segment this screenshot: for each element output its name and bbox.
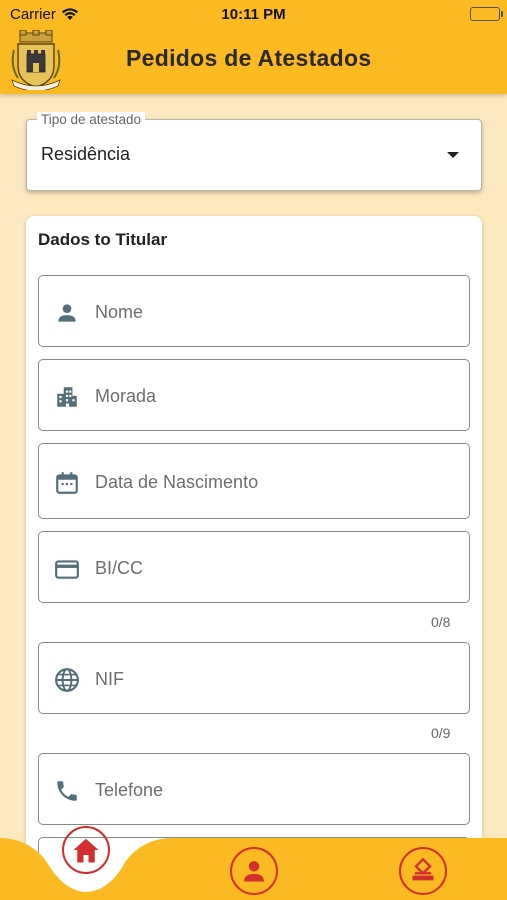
status-time: 10:11 PM bbox=[221, 6, 286, 23]
certificate-type-select[interactable]: Tipo de atestado Residência bbox=[26, 112, 482, 191]
certificate-type-value: Residência bbox=[41, 144, 131, 164]
nif-counter: 0/9 bbox=[431, 725, 451, 741]
bottom-navigation bbox=[0, 826, 507, 900]
person-icon bbox=[244, 861, 264, 882]
id-card-input[interactable] bbox=[95, 552, 455, 584]
calendar-icon bbox=[56, 472, 78, 494]
address-input[interactable] bbox=[95, 380, 455, 412]
phone-field[interactable] bbox=[38, 753, 470, 825]
page-title: Pedidos de Atestados bbox=[126, 45, 372, 71]
phone-input[interactable] bbox=[95, 774, 455, 806]
name-input[interactable] bbox=[95, 296, 455, 328]
municipality-crest-logo bbox=[11, 30, 61, 90]
holder-section-title: Dados to Titular bbox=[38, 230, 168, 249]
status-bar: Carrier 10:11 PM bbox=[0, 0, 507, 28]
birth-date-field[interactable] bbox=[38, 443, 470, 519]
home-icon bbox=[73, 838, 99, 863]
id-card-icon bbox=[55, 560, 79, 579]
holder-data-card: Dados to Titular Nome Morada Data de Nas… bbox=[26, 216, 482, 900]
id-card-field[interactable] bbox=[38, 531, 470, 603]
city-icon bbox=[57, 387, 77, 407]
phone-icon bbox=[57, 781, 77, 801]
stamp-icon bbox=[412, 857, 434, 881]
birth-date-input[interactable] bbox=[95, 466, 455, 498]
globe-icon bbox=[55, 668, 79, 692]
battery-icon bbox=[470, 7, 503, 21]
nif-input[interactable] bbox=[95, 663, 455, 695]
app-header: Carrier 10:11 PM Pedidos de Atestados bbox=[0, 0, 507, 94]
name-field[interactable] bbox=[38, 275, 470, 347]
nif-field[interactable] bbox=[38, 642, 470, 714]
profile-nav-button[interactable] bbox=[230, 847, 278, 895]
person-icon bbox=[58, 304, 76, 322]
dropdown-arrow-icon bbox=[447, 152, 459, 158]
id-card-counter: 0/8 bbox=[431, 614, 451, 630]
address-field[interactable] bbox=[38, 359, 470, 431]
home-nav-button[interactable] bbox=[62, 826, 110, 874]
requests-nav-button[interactable] bbox=[399, 847, 447, 895]
certificate-type-label: Tipo de atestado bbox=[37, 112, 146, 127]
